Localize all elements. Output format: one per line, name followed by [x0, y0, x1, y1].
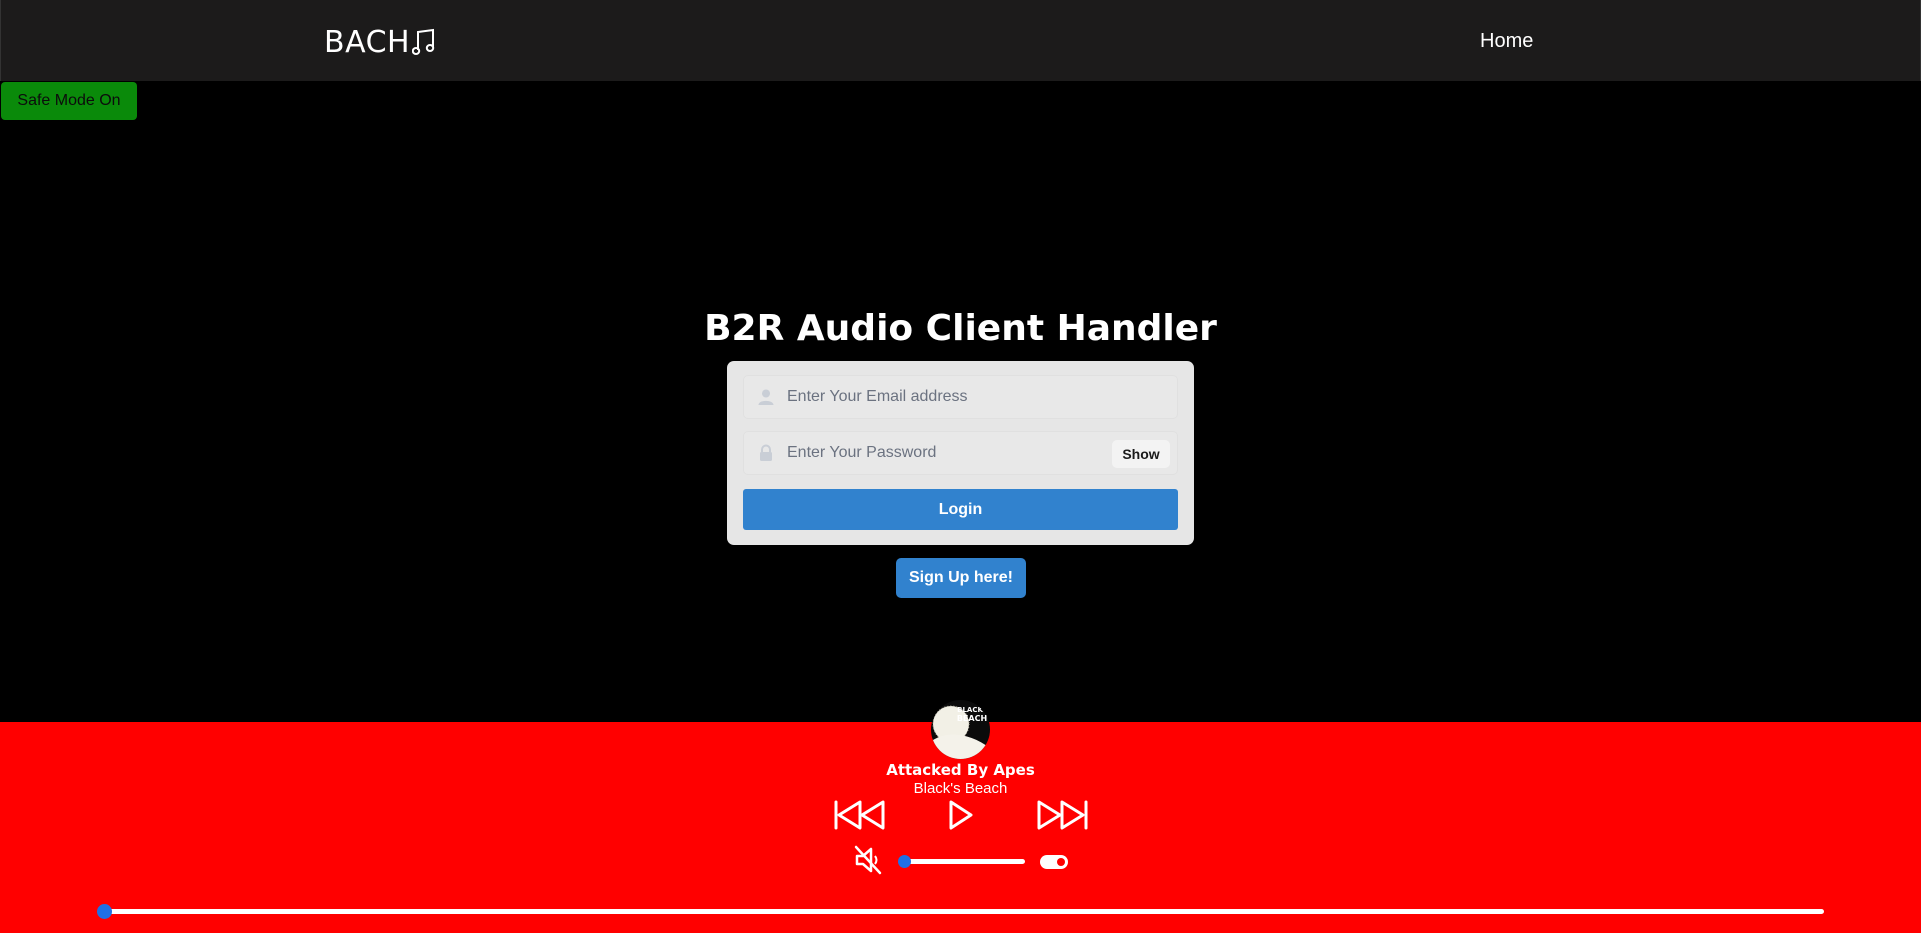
loop-toggle[interactable] — [1040, 855, 1068, 869]
email-input[interactable] — [783, 375, 1121, 419]
volume-slider[interactable] — [904, 859, 1025, 864]
show-password-button[interactable]: Show — [1112, 440, 1170, 468]
brand-logo[interactable]: BACH — [324, 22, 436, 62]
seek-bar[interactable] — [102, 909, 1824, 914]
track-title: Attacked By Apes — [886, 761, 1035, 779]
music-note-icon — [412, 28, 435, 55]
track-artist: Black's Beach — [913, 780, 1008, 797]
page-title: B2R Audio Client Handler — [704, 308, 1217, 349]
brand-text: BACH — [324, 24, 411, 60]
lock-icon — [760, 444, 772, 461]
user-icon — [758, 389, 774, 405]
album-art[interactable]: BLACK BEACH — [931, 700, 990, 759]
svg-text:BLACK: BLACK — [957, 706, 983, 714]
svg-text:BEACH: BEACH — [957, 714, 987, 723]
email-field-group — [743, 375, 1178, 419]
login-form: Show Login — [727, 361, 1194, 545]
navbar: BACH Home — [0, 0, 1921, 81]
seek-bar-thumb[interactable] — [97, 904, 112, 919]
nav-home-link[interactable]: Home — [1480, 30, 1533, 53]
safe-mode-button[interactable]: Safe Mode On — [1, 82, 137, 120]
volume-slider-thumb[interactable] — [898, 855, 911, 868]
skip-forward-icon[interactable] — [1036, 799, 1088, 831]
signup-button[interactable]: Sign Up here! — [896, 558, 1026, 598]
password-input[interactable] — [783, 431, 1121, 475]
skip-back-icon[interactable] — [834, 799, 886, 831]
login-button[interactable]: Login — [743, 489, 1178, 530]
play-icon[interactable] — [948, 800, 974, 830]
volume-muted-icon[interactable] — [854, 845, 884, 875]
album-art-image: BLACK BEACH — [931, 700, 990, 759]
password-field-group: Show — [743, 431, 1178, 475]
toggle-knob — [1057, 858, 1065, 866]
